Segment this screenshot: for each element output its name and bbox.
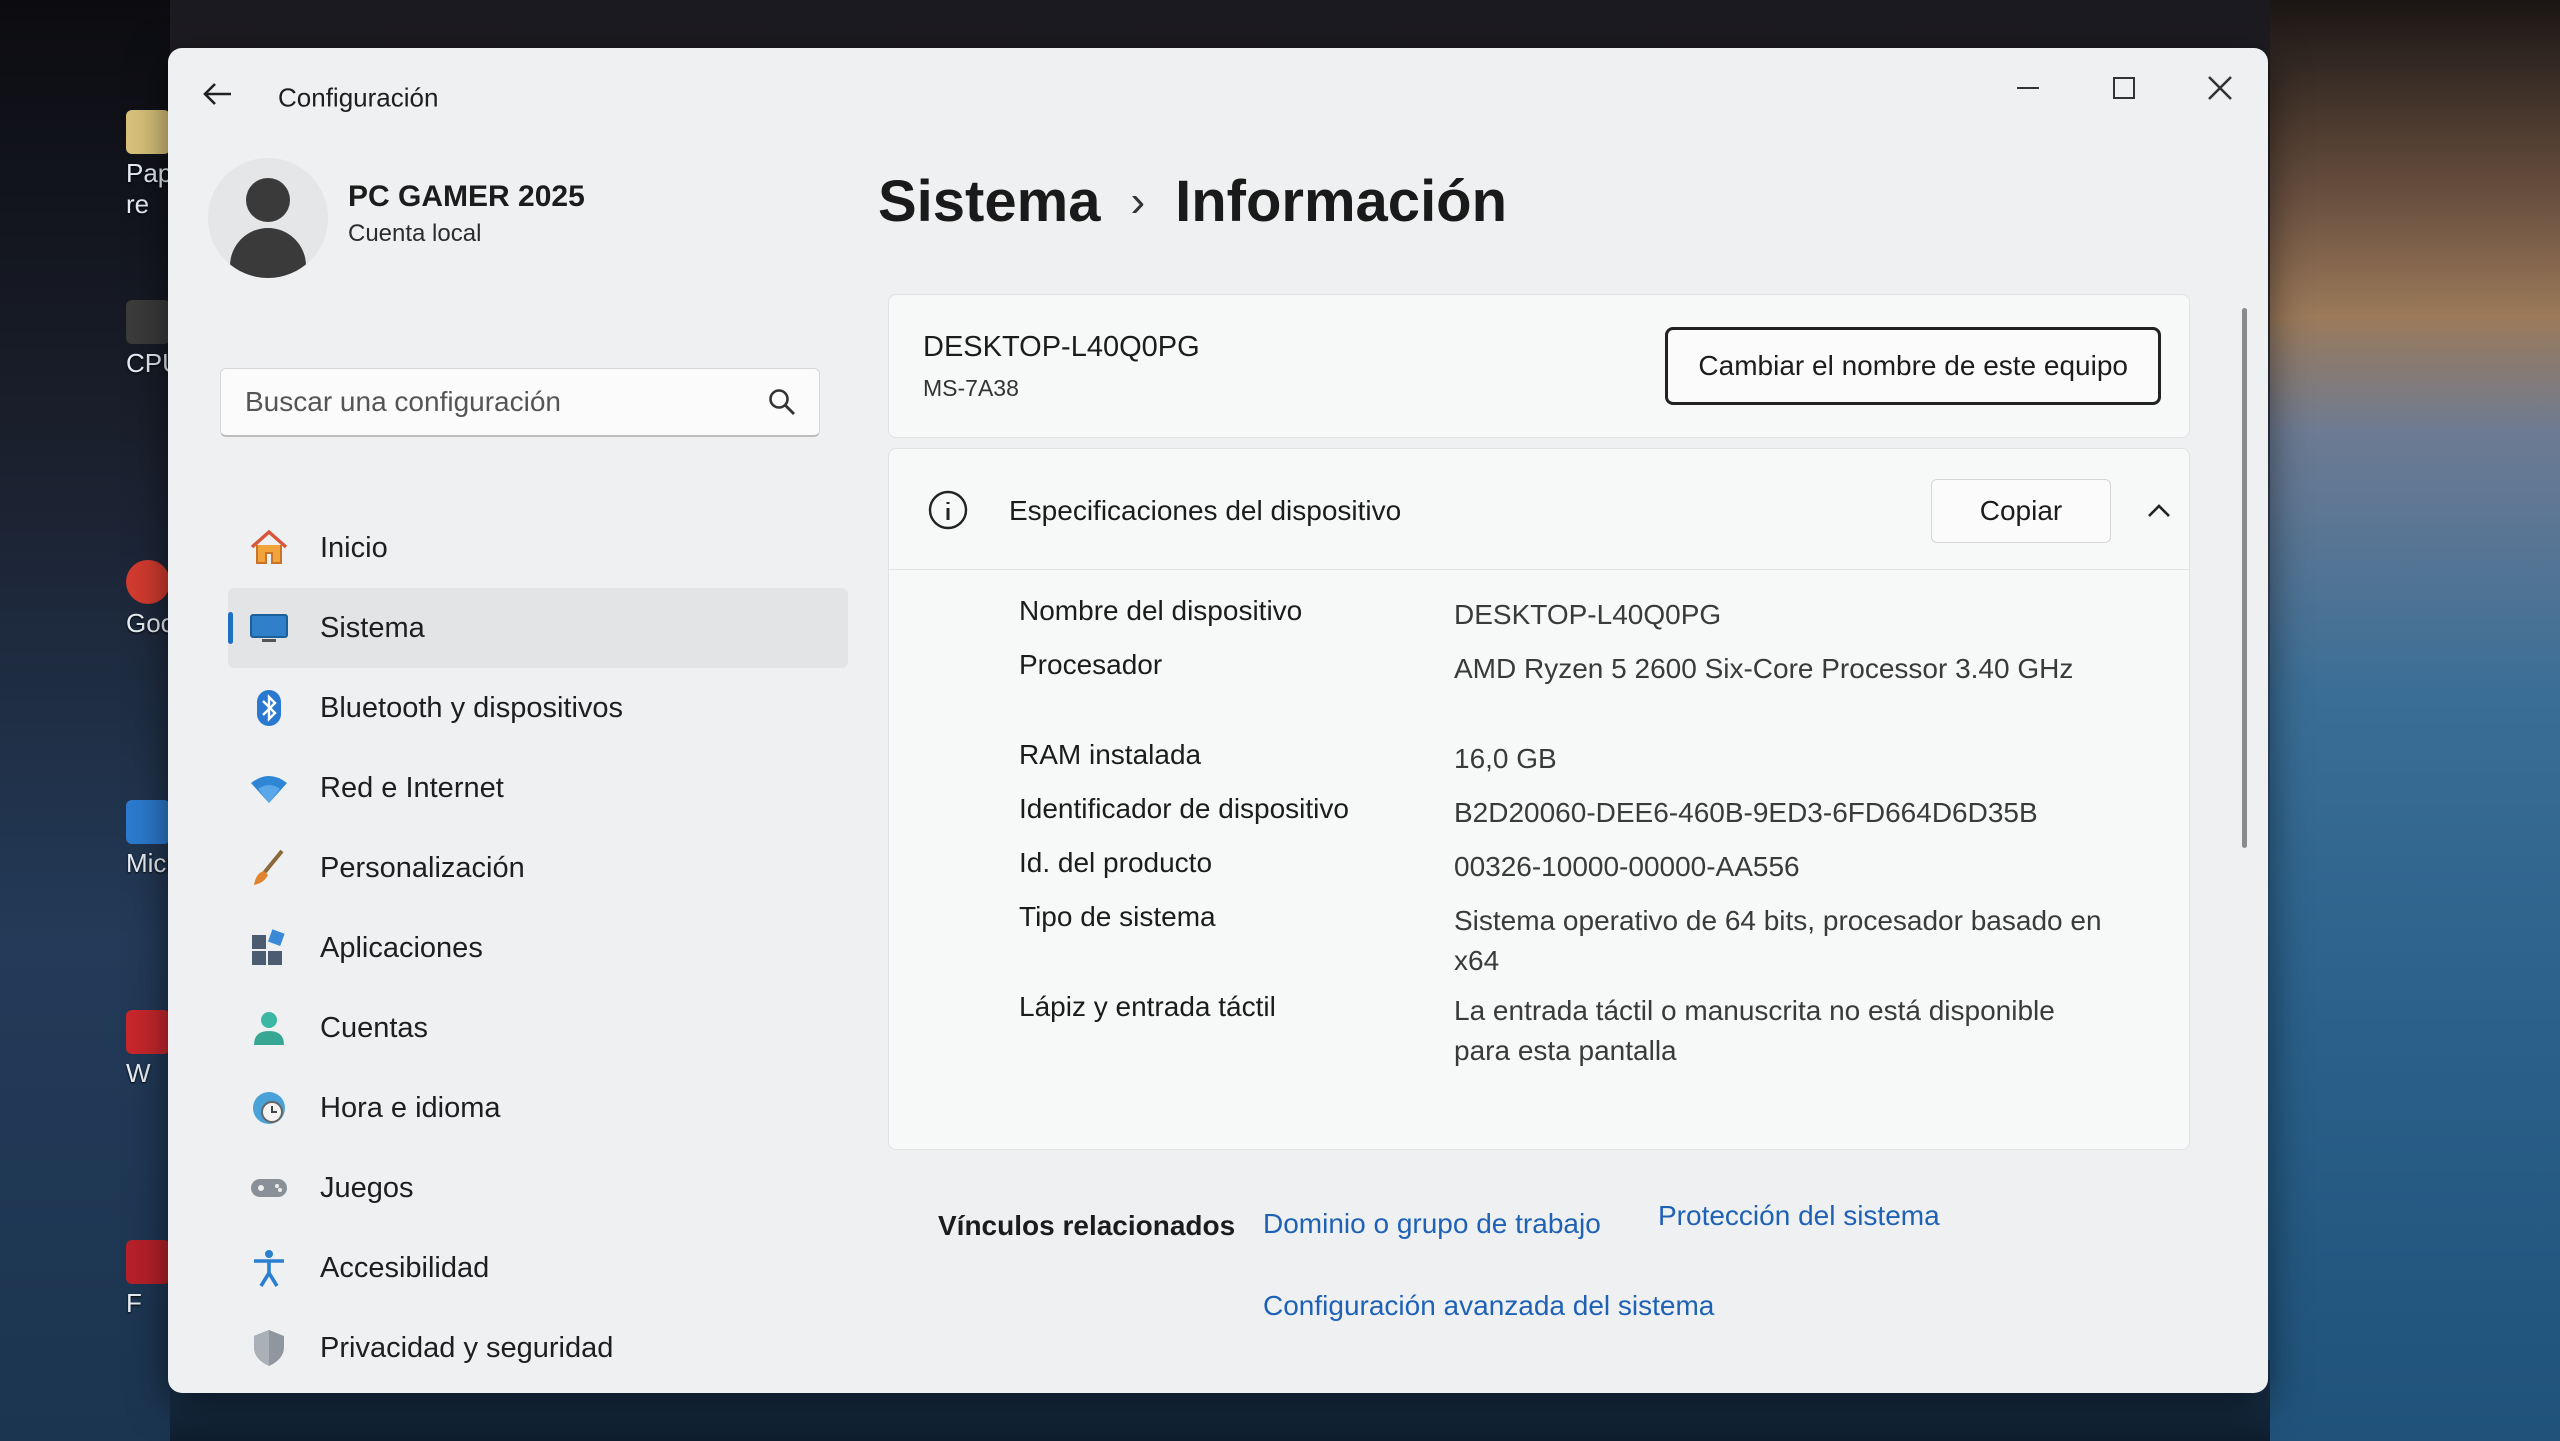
search-icon[interactable] [767,387,797,417]
maximize-icon [2113,77,2135,99]
spec-label: Tipo de sistema [1019,901,1216,932]
sidebar-item-privacidad[interactable]: Privacidad y seguridad [228,1308,848,1388]
minimize-icon [2017,87,2039,89]
apps-icon [246,925,292,971]
advanced-system-settings-link[interactable]: Configuración avanzada del sistema [1263,1290,1714,1322]
accessibility-icon [246,1245,292,1291]
user-icon [246,1005,292,1051]
spec-label: RAM instalada [1019,739,1202,770]
profile-account-type: Cuenta local [348,220,482,247]
minimize-button[interactable] [1994,64,2062,112]
specs-header[interactable]: Especificaciones del dispositivo Copiar [889,449,2189,570]
arrow-left-icon [203,83,231,105]
spec-value: Sistema operativo de 64 bits, procesador… [1454,905,2102,976]
app-icon [126,1240,170,1284]
sidebar-item-label: Bluetooth y dispositivos [320,691,624,724]
monitor-icon [246,605,292,651]
spec-value: 00326-10000-00000-AA556 [1454,851,1800,882]
sidebar-nav: Inicio Sistema Bluetooth y dispositivos … [228,508,848,1388]
spec-value: AMD Ryzen 5 2600 Six-Core Processor 3.40… [1454,653,2074,684]
breadcrumb: Sistema › Información [878,168,1507,235]
info-icon [928,490,968,530]
sidebar-item-inicio[interactable]: Inicio [228,508,848,588]
sidebar-item-bluetooth[interactable]: Bluetooth y dispositivos [228,668,848,748]
sidebar-item-label: Accesibilidad [320,1251,490,1284]
brush-icon [246,845,292,891]
sidebar-item-label: Juegos [320,1171,414,1204]
spec-label: Nombre del dispositivo [1019,595,1303,626]
breadcrumb-separator: › [1130,176,1146,226]
related-links-label: Vínculos relacionados [938,1210,1236,1241]
domain-workgroup-link[interactable]: Dominio o grupo de trabajo [1263,1208,1601,1240]
spec-value: 16,0 GB [1454,743,1557,774]
spec-value: DESKTOP-L40Q0PG [1454,599,1722,630]
sidebar-item-label: Hora e idioma [320,1091,501,1124]
copy-button[interactable]: Copiar [1931,479,2111,543]
device-card: DESKTOP-L40Q0PG MS-7A38 Cambiar el nombr… [888,294,2190,438]
chevron-up-icon[interactable] [2141,493,2177,529]
app-title: Configuración [278,82,439,113]
page-title: Información [1175,169,1508,234]
sidebar-item-label: Aplicaciones [320,931,483,964]
sidebar-item-label: Red e Internet [320,771,504,804]
sidebar-item-label: Cuentas [320,1011,429,1044]
spec-label: Identificador de dispositivo [1019,793,1349,824]
search-box[interactable] [220,368,820,437]
rename-pc-button[interactable]: Cambiar el nombre de este equipo [1665,327,2161,405]
spec-label: Id. del producto [1019,847,1213,878]
wifi-icon [246,765,292,811]
user-profile[interactable]: PC GAMER 2025 Cuenta local [208,158,848,308]
specs-title: Especificaciones del dispositivo [1009,495,1402,526]
app-icon [126,1010,170,1054]
bluetooth-icon [246,685,292,731]
device-name: DESKTOP-L40Q0PG [923,331,1200,363]
sidebar-item-accesibilidad[interactable]: Accesibilidad [228,1228,848,1308]
avatar [208,158,328,278]
desktop-icon-label: W [126,1058,151,1088]
edge-icon [126,800,170,844]
sidebar-item-juegos[interactable]: Juegos [228,1148,848,1228]
sidebar-item-label: Privacidad y seguridad [320,1331,614,1364]
sidebar-item-cuentas[interactable]: Cuentas [228,988,848,1068]
clock-globe-icon [246,1085,292,1131]
device-specs-card: Especificaciones del dispositivo Copiar … [888,448,2190,1150]
maximize-button[interactable] [2090,64,2158,112]
desktop-icon-label: F [126,1288,142,1318]
system-protection-link[interactable]: Protección del sistema [1658,1200,1940,1232]
folder-icon [126,110,170,154]
sidebar-item-label: Inicio [320,531,388,564]
breadcrumb-parent[interactable]: Sistema [878,168,1100,235]
back-button[interactable] [198,74,238,114]
chrome-icon [126,560,170,604]
home-icon [246,525,292,571]
profile-name: PC GAMER 2025 [348,180,585,213]
spec-label: Procesador [1019,649,1163,680]
spec-label: Lápiz y entrada táctil [1019,991,1276,1022]
sidebar-item-red[interactable]: Red e Internet [228,748,848,828]
spec-value: La entrada táctil o manuscrita no está d… [1454,995,2055,1066]
sidebar-item-sistema[interactable]: Sistema [228,588,848,668]
device-model: MS-7A38 [923,375,1019,401]
sidebar-item-aplicaciones[interactable]: Aplicaciones [228,908,848,988]
settings-window: Configuración PC GAMER 2025 Cuenta local… [168,48,2268,1393]
desktop-background-right [2270,0,2560,1441]
title-bar[interactable]: Configuración [168,48,2268,128]
search-input[interactable] [221,369,767,435]
close-icon [2208,76,2232,100]
sidebar-item-label: Personalización [320,851,525,884]
cpu-icon [126,300,170,344]
spec-value: B2D20060-DEE6-460B-9ED3-6FD664D6D35B [1454,797,2038,828]
desktop-icon-label: Pap re [126,158,173,219]
close-button[interactable] [2186,64,2254,112]
sidebar-item-personalizacion[interactable]: Personalización [228,828,848,908]
scrollbar[interactable] [2242,308,2247,848]
sidebar-item-hora[interactable]: Hora e idioma [228,1068,848,1148]
sidebar-item-label: Sistema [320,611,425,644]
shield-icon [246,1325,292,1371]
gamepad-icon [246,1165,292,1211]
